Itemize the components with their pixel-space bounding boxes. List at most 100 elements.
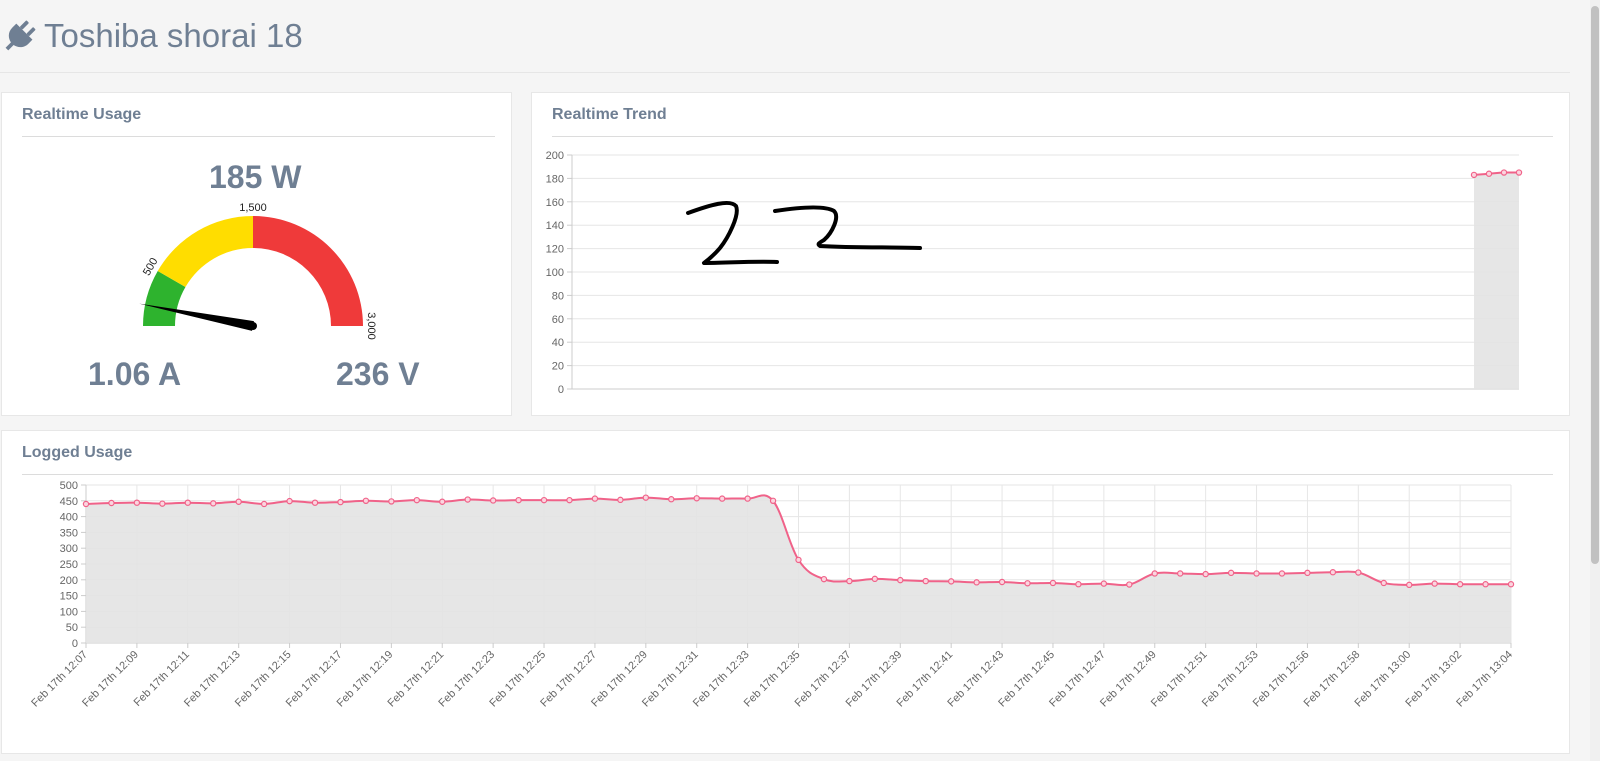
data-point: [1355, 569, 1362, 576]
y-tick-label: 160: [546, 197, 564, 209]
data-point: [922, 577, 929, 585]
data-point: [769, 497, 777, 505]
data-point: [1100, 580, 1108, 587]
data-point: [260, 500, 268, 508]
data-point: [897, 576, 904, 584]
gauge-band: [157, 216, 253, 287]
data-point: [286, 497, 293, 505]
data-point: [1075, 581, 1082, 588]
data-point: [1431, 580, 1438, 587]
data-point: [1470, 171, 1478, 179]
y-tick-label: 180: [546, 173, 564, 185]
data-point: [1202, 570, 1209, 578]
data-point: [464, 496, 471, 503]
y-tick-label: 80: [552, 290, 564, 302]
data-point: [693, 495, 700, 502]
data-point: [311, 499, 319, 506]
data-point: [362, 497, 370, 505]
y-tick-label: 40: [552, 337, 564, 349]
gauge-tick-label: 1,500: [239, 202, 267, 214]
logged-usage-panel: Logged Usage 0 50 100 150 200 250 300 350 400 450…: [1, 430, 1570, 754]
data-point: [1507, 581, 1515, 588]
y-tick-label: 50: [66, 622, 78, 634]
y-tick-label: 300: [60, 543, 78, 555]
data-point: [337, 498, 344, 506]
data-point: [1151, 570, 1158, 577]
vertical-scrollbar[interactable]: [1590, 0, 1600, 761]
data-point: [159, 500, 166, 507]
gauge-band: [253, 216, 363, 326]
y-tick-label: 500: [60, 480, 78, 492]
data-point: [1278, 570, 1286, 577]
realtime-usage-panel: Realtime Usage 185 W 500 1,500 3,000 1.06 …: [1, 92, 512, 416]
y-tick-label: 200: [60, 575, 78, 587]
y-tick-label: 400: [60, 512, 78, 524]
y-tick-label: 250: [60, 559, 78, 571]
data-point: [566, 496, 573, 504]
data-point: [439, 498, 446, 505]
scrollbar-thumb[interactable]: [1591, 6, 1599, 564]
y-tick-label: 0: [72, 638, 78, 650]
logged-usage-chart: 050100150200250300350400450500Feb 17th 1…: [29, 480, 1515, 709]
data-point: [388, 498, 395, 505]
realtime-trend-panel: Realtime Trend 0 20 40 60 80 100 120 140 160 180 2…: [531, 92, 1570, 416]
data-point: [871, 575, 879, 583]
data-point: [744, 495, 751, 502]
y-tick-label: 100: [546, 267, 564, 279]
data-point: [1380, 579, 1387, 587]
data-point: [133, 499, 141, 506]
data-point: [1176, 570, 1184, 577]
data-point: [1500, 169, 1508, 176]
y-tick-label: 100: [60, 606, 78, 618]
gauge-tick-label: 3,000: [365, 312, 377, 340]
data-point: [998, 578, 1006, 586]
data-point: [1253, 570, 1260, 577]
data-point: [668, 496, 675, 503]
y-tick-label: 450: [60, 496, 78, 508]
data-point: [1456, 581, 1464, 588]
data-point: [1024, 580, 1031, 587]
power-gauge: 5001,5003,000: [139, 202, 377, 340]
data-point: [642, 494, 650, 501]
data-point: [846, 577, 853, 585]
data-point: [820, 575, 828, 583]
y-tick-label: 150: [60, 591, 78, 603]
page-header: Toshiba shorai 18: [0, 0, 1570, 73]
y-tick-label: 140: [546, 220, 564, 232]
data-point: [973, 579, 980, 586]
data-point: [617, 496, 624, 504]
amps-readout: 1.06 A: [88, 356, 182, 392]
data-point: [1406, 581, 1413, 589]
data-point: [591, 495, 599, 502]
y-tick-label: 60: [552, 314, 564, 326]
data-point: [947, 578, 955, 585]
data-point: [489, 497, 497, 504]
data-point: [1329, 569, 1337, 576]
gauge-needle-hub: [249, 322, 257, 330]
data-point: [184, 499, 191, 506]
data-point: [718, 495, 726, 502]
data-point: [1126, 581, 1133, 588]
series-area: [1474, 172, 1519, 389]
data-point: [540, 496, 548, 504]
data-point: [82, 500, 90, 508]
data-point: [1485, 170, 1493, 177]
volts-readout: 236 V: [336, 356, 420, 392]
data-point: [413, 496, 421, 504]
data-point: [1227, 569, 1235, 577]
data-point: [1482, 581, 1489, 588]
y-tick-label: 0: [558, 384, 564, 396]
data-point: [235, 498, 242, 505]
y-tick-label: 200: [546, 150, 564, 162]
data-point: [795, 556, 802, 564]
realtime-trend-chart: 0 20 40 60 80 100 120 140 160 180 200: [546, 150, 1523, 396]
data-point: [515, 496, 522, 504]
data-point: [1049, 579, 1057, 587]
y-tick-label: 350: [60, 527, 78, 539]
y-tick-label: 20: [552, 361, 564, 373]
data-point: [1515, 169, 1523, 176]
page-title: Toshiba shorai 18: [44, 17, 303, 54]
data-point: [1304, 569, 1311, 577]
data-point: [210, 500, 217, 507]
data-point: [108, 499, 115, 507]
